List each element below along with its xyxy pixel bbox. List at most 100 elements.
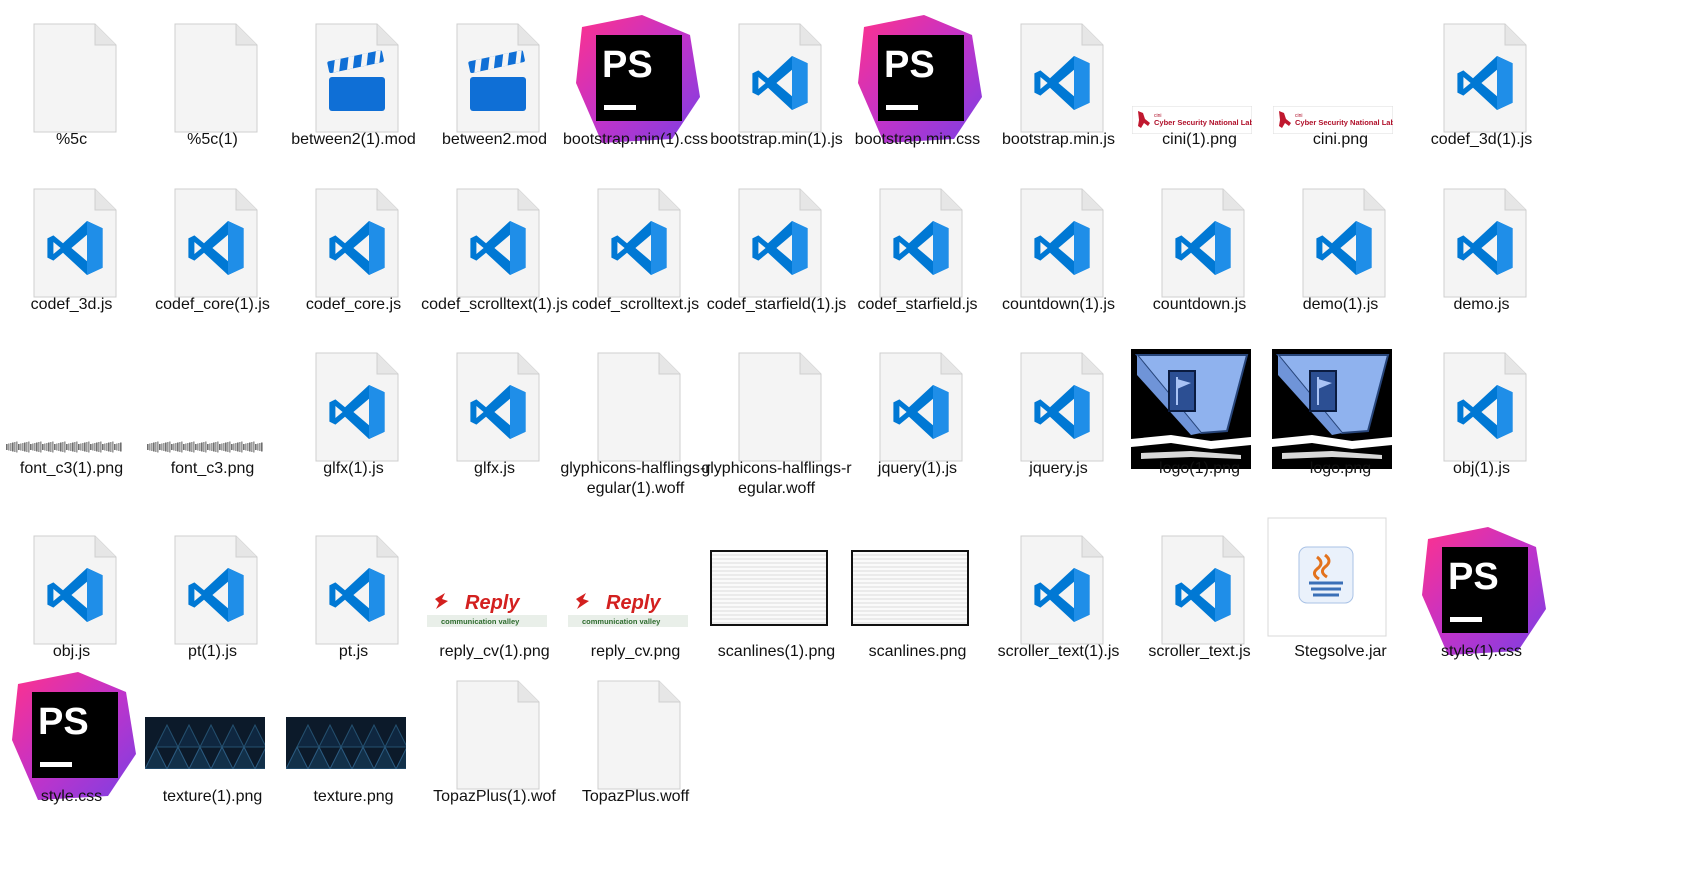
file-thumbnail[interactable] [701, 329, 852, 462]
file-thumbnail[interactable]: PS [1406, 512, 1557, 655]
file-item[interactable]: PS style.css [0, 657, 147, 827]
file-item[interactable]: glyphicons-halflings-regular(1).woff [560, 329, 711, 499]
file-name-label[interactable]: scanlines.png [842, 642, 993, 662]
file-thumbnail[interactable] [983, 329, 1134, 462]
file-thumbnail[interactable] [560, 329, 711, 462]
file-thumbnail[interactable] [419, 657, 570, 790]
file-item[interactable]: TopazPlus.woff [560, 657, 711, 827]
file-thumbnail[interactable] [1265, 165, 1416, 298]
file-item[interactable]: between2.mod [419, 0, 570, 170]
file-name-label[interactable]: codef_scrolltext(1).js [419, 295, 570, 315]
file-name-label[interactable]: TopazPlus(1).wof [419, 787, 570, 807]
file-name-label[interactable]: bootstrap.min.css [842, 130, 993, 150]
file-name-label[interactable]: style(1).css [1406, 642, 1557, 662]
file-item[interactable]: %5c [0, 0, 147, 170]
file-thumbnail[interactable] [1406, 329, 1557, 462]
file-item[interactable]: logo(1).png [1124, 329, 1275, 499]
file-name-label[interactable]: demo(1).js [1265, 295, 1416, 315]
file-thumbnail[interactable] [137, 0, 288, 133]
file-thumbnail[interactable] [983, 512, 1134, 645]
file-thumbnail[interactable]: Reply communication valley [419, 512, 570, 640]
file-name-label[interactable]: texture(1).png [137, 787, 288, 807]
file-thumbnail[interactable] [137, 512, 288, 645]
file-thumbnail[interactable] [560, 165, 711, 298]
file-name-label[interactable]: scroller_text.js [1124, 642, 1275, 662]
file-item[interactable]: Stegsolve.jar [1265, 512, 1416, 682]
file-name-label[interactable]: TopazPlus.woff [560, 787, 711, 807]
file-item[interactable]: demo(1).js [1265, 165, 1416, 335]
file-name-label[interactable]: codef_starfield.js [842, 295, 993, 315]
file-thumbnail[interactable] [419, 0, 570, 133]
file-name-label[interactable]: codef_3d(1).js [1406, 130, 1557, 150]
file-name-label[interactable]: codef_core(1).js [137, 295, 288, 315]
file-item[interactable]: between2(1).mod [278, 0, 429, 170]
file-item[interactable]: countdown(1).js [983, 165, 1134, 335]
file-name-label[interactable]: glyphicons-halflings-regular(1).woff [560, 459, 711, 499]
file-name-label[interactable]: bootstrap.min(1).css [560, 130, 711, 150]
file-name-label[interactable]: glfx.js [419, 459, 570, 479]
file-thumbnail[interactable] [278, 0, 429, 133]
file-name-label[interactable]: obj(1).js [1406, 459, 1557, 479]
file-thumbnail[interactable] [419, 329, 570, 462]
file-item[interactable]: font_c3(1).png [0, 329, 147, 499]
file-name-label[interactable]: texture.png [278, 787, 429, 807]
file-name-label[interactable]: cini(1).png [1124, 130, 1275, 150]
file-item[interactable]: texture(1).png [137, 657, 288, 827]
file-item[interactable]: cini Cyber Security National Lab cini(1)… [1124, 0, 1275, 170]
file-thumbnail[interactable] [701, 165, 852, 298]
file-item[interactable]: countdown.js [1124, 165, 1275, 335]
file-thumbnail[interactable] [278, 165, 429, 298]
file-item[interactable]: bootstrap.min(1).js [701, 0, 852, 170]
file-name-label[interactable]: scroller_text(1).js [983, 642, 1134, 662]
file-thumbnail[interactable] [0, 512, 147, 645]
file-name-label[interactable]: codef_starfield(1).js [701, 295, 852, 315]
file-item[interactable]: codef_starfield(1).js [701, 165, 852, 335]
file-thumbnail[interactable] [701, 512, 852, 640]
file-name-label[interactable]: %5c [0, 130, 147, 150]
file-item[interactable]: scanlines.png [842, 512, 993, 682]
file-thumbnail[interactable] [701, 0, 852, 133]
file-item[interactable]: demo.js [1406, 165, 1557, 335]
file-item[interactable]: TopazPlus(1).wof [419, 657, 570, 827]
file-thumbnail[interactable] [560, 657, 711, 790]
file-name-label[interactable]: jquery(1).js [842, 459, 993, 479]
file-name-label[interactable]: font_c3.png [137, 459, 288, 479]
file-thumbnail[interactable] [1124, 329, 1275, 469]
file-item[interactable]: scroller_text(1).js [983, 512, 1134, 682]
file-item[interactable]: bootstrap.min.js [983, 0, 1134, 170]
file-thumbnail[interactable] [0, 0, 147, 133]
file-item[interactable]: codef_core.js [278, 165, 429, 335]
file-name-label[interactable]: font_c3(1).png [0, 459, 147, 479]
file-item[interactable]: cini Cyber Security National Lab cini.pn… [1265, 0, 1416, 170]
file-thumbnail[interactable] [1265, 329, 1416, 469]
file-thumbnail[interactable] [983, 0, 1134, 133]
file-thumbnail[interactable] [842, 329, 993, 462]
file-name-label[interactable]: logo(1).png [1124, 459, 1275, 479]
file-item[interactable]: codef_starfield.js [842, 165, 993, 335]
file-thumbnail[interactable]: PS [0, 657, 147, 800]
file-thumbnail[interactable]: cini Cyber Security National Lab [1124, 0, 1275, 134]
file-item[interactable]: %5c(1) [137, 0, 288, 170]
file-item[interactable]: codef_core(1).js [137, 165, 288, 335]
file-item[interactable]: PS bootstrap.min.css [842, 0, 993, 170]
file-thumbnail[interactable]: cini Cyber Security National Lab [1265, 0, 1416, 134]
file-item[interactable]: codef_scrolltext(1).js [419, 165, 570, 335]
file-name-label[interactable]: scanlines(1).png [701, 642, 852, 662]
file-name-label[interactable]: glyphicons-halflings-regular.woff [701, 459, 852, 499]
file-name-label[interactable]: codef_3d.js [0, 295, 147, 315]
file-name-label[interactable]: jquery.js [983, 459, 1134, 479]
file-thumbnail[interactable] [1406, 0, 1557, 133]
file-thumbnail[interactable] [842, 165, 993, 298]
file-thumbnail[interactable] [137, 165, 288, 298]
file-thumbnail[interactable] [842, 512, 993, 640]
file-thumbnail[interactable]: PS [560, 0, 711, 143]
file-thumbnail[interactable] [983, 165, 1134, 298]
file-item[interactable]: glfx.js [419, 329, 570, 499]
file-thumbnail[interactable] [137, 657, 288, 785]
file-item[interactable]: logo.png [1265, 329, 1416, 499]
file-thumbnail[interactable] [278, 512, 429, 645]
file-thumbnail[interactable] [278, 329, 429, 462]
file-name-label[interactable]: cini.png [1265, 130, 1416, 150]
file-item[interactable]: obj(1).js [1406, 329, 1557, 499]
file-thumbnail[interactable]: PS [842, 0, 993, 143]
